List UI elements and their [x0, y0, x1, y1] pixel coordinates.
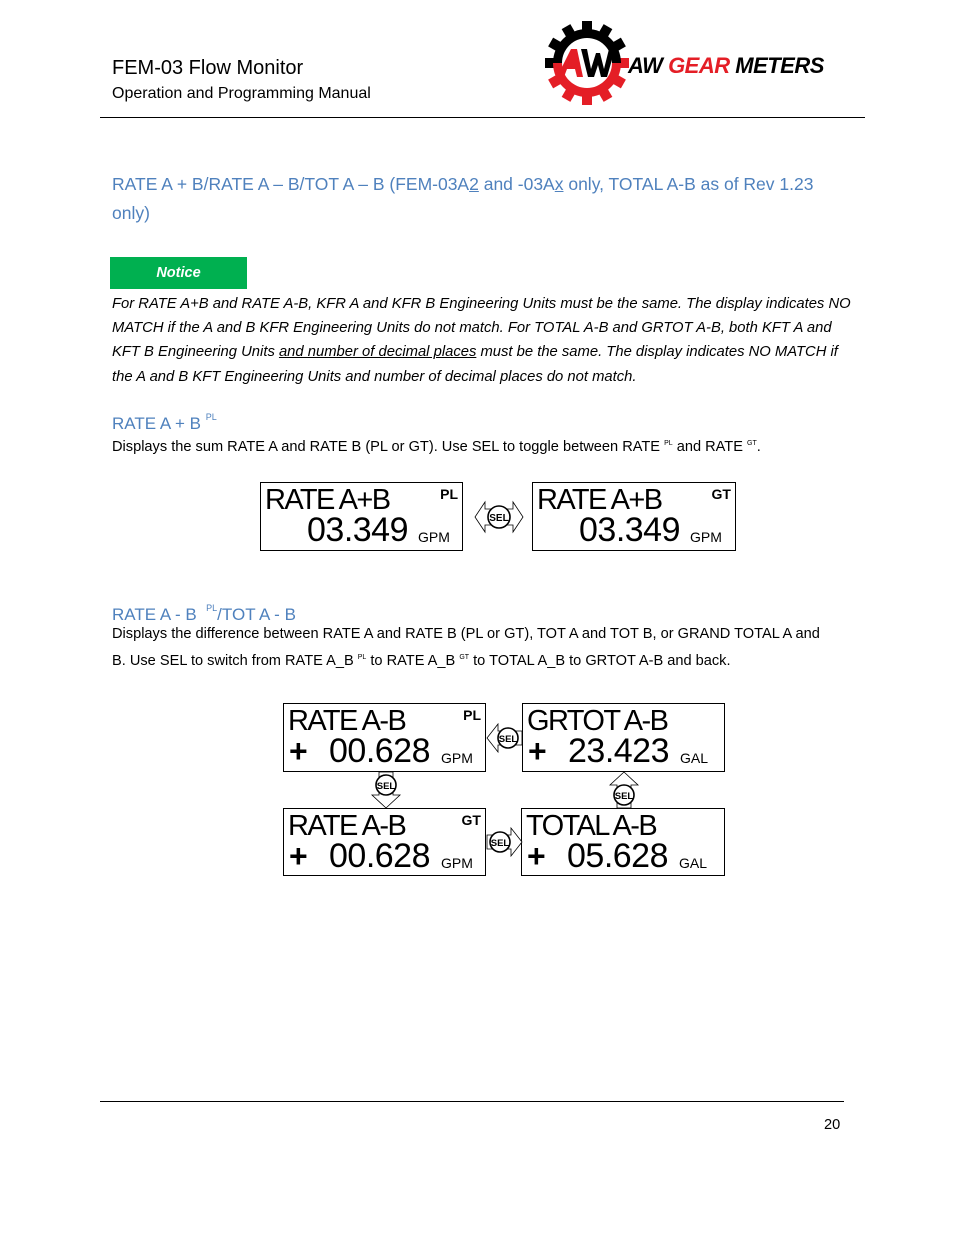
notice-text: For RATE A+B and RATE A-B, KFR A and KFR… — [112, 292, 852, 389]
document-subtitle: Operation and Programming Manual — [112, 85, 371, 102]
desc-superscript: GT — [747, 440, 757, 447]
lcd-display-total-diff: TOTAL A-B + 05.628 GAL — [521, 808, 725, 876]
lcd-sign: + — [289, 838, 308, 874]
lcd-value: 00.628 — [329, 837, 431, 875]
lcd-display-grtot-diff: GRTOT A-B + 23.423 GAL — [522, 703, 725, 772]
lcd-sign: + — [528, 733, 547, 769]
lcd-unit: GPM — [690, 529, 722, 545]
page-number: 20 — [824, 1117, 841, 1133]
sel-down-arrow-icon: SEL — [370, 771, 402, 809]
desc-superscript: PL — [664, 440, 673, 447]
desc-text: to TOTAL A_B to GRTOT A-B and back. — [469, 653, 731, 669]
lcd-unit: GAL — [680, 750, 709, 766]
sel-left-arrow-icon: SEL — [486, 722, 523, 754]
heading-underlined-model: 2 — [469, 174, 479, 194]
sel-label: SEL — [499, 734, 518, 745]
lcd-tag: GT — [461, 812, 481, 828]
sel-label: SEL — [489, 513, 508, 524]
rate-sum-heading: RATE A + B PL — [112, 406, 217, 435]
footer-divider — [100, 1101, 844, 1102]
lcd-display-rate-sum-gt: RATE A+B GT 03.349 GPM — [532, 482, 736, 551]
sel-label: SEL — [377, 781, 396, 792]
desc-text: to RATE A_B — [366, 653, 460, 669]
header-divider — [100, 117, 865, 118]
lcd-value: 05.628 — [567, 837, 669, 875]
lcd-value: 00.628 — [329, 732, 431, 770]
notice-text-underlined: and number of decimal places — [278, 344, 477, 361]
sel-label: SEL — [491, 838, 510, 849]
notice-badge: Notice — [110, 257, 247, 289]
lcd-display-rate-sum-pl: RATE A+B PL 03.349 GPM — [260, 482, 463, 551]
lcd-unit: GPM — [441, 855, 473, 871]
lcd-value: 03.349 — [579, 511, 681, 549]
lcd-sign: + — [289, 733, 308, 769]
sel-toggle-arrow-icon: SEL — [474, 500, 524, 534]
rate-diff-description: Displays the difference between RATE A a… — [112, 622, 832, 673]
desc-superscript: GT — [459, 654, 470, 661]
lcd-display-rate-diff-pl: RATE A-B PL + 00.628 GPM — [283, 703, 486, 772]
lcd-unit: GPM — [418, 529, 450, 545]
lcd-display-rate-diff-gt: RATE A-B GT + 00.628 GPM — [283, 808, 486, 876]
logo-text-aw: AW — [628, 53, 669, 78]
lcd-tag: PL — [440, 486, 458, 502]
lcd-tag: GT — [711, 486, 731, 502]
lcd-value: 23.423 — [568, 732, 670, 770]
heading-text: and -03A — [478, 174, 555, 194]
desc-text: and RATE — [672, 439, 748, 455]
lcd-sign: + — [527, 838, 546, 874]
heading-text: RATE A + B — [112, 414, 206, 433]
heading-superscript: PL — [206, 603, 218, 613]
logo-wordmark: AW GEAR METERS — [628, 52, 824, 80]
logo-text-gear: GEAR — [668, 53, 730, 78]
document-title: FEM-03 Flow Monitor — [112, 57, 304, 79]
lcd-unit: GAL — [679, 855, 708, 871]
lcd-unit: GPM — [441, 750, 473, 766]
lcd-tag: PL — [463, 707, 481, 723]
heading-superscript: PL — [205, 412, 217, 422]
desc-text: Displays the sum RATE A and RATE B (PL o… — [112, 439, 665, 455]
sel-label: SEL — [615, 791, 634, 802]
section-heading: RATE A + B/RATE A – B/TOT A – B (FEM-03A… — [112, 170, 847, 228]
logo-text-meters: METERS — [729, 53, 824, 78]
sel-up-arrow-icon: SEL — [608, 771, 640, 809]
sel-right-arrow-icon: SEL — [486, 826, 523, 858]
lcd-value: 03.349 — [307, 511, 409, 549]
heading-text: RATE A + B/RATE A – B/TOT A – B (FEM-03A — [112, 174, 470, 194]
desc-text: . — [756, 439, 761, 455]
rate-sum-description: Displays the sum RATE A and RATE B (PL o… — [112, 432, 852, 459]
